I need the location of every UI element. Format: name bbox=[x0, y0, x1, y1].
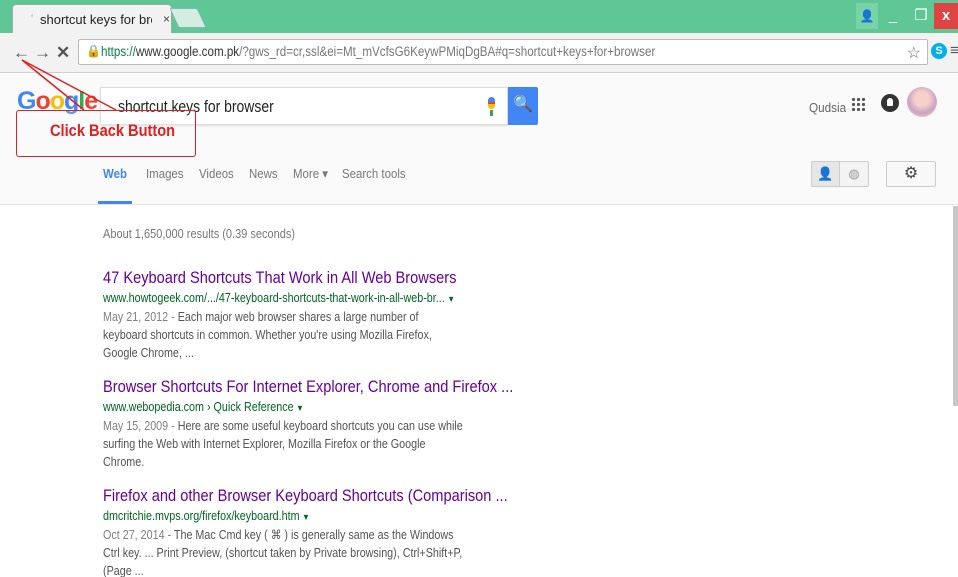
bookmark-star-icon[interactable]: ☆ bbox=[907, 43, 921, 63]
result-snippet: May 15, 2009 - Here are some useful keyb… bbox=[103, 417, 464, 471]
notifications-icon[interactable] bbox=[881, 94, 899, 112]
tab-images[interactable]: Images bbox=[146, 166, 184, 181]
result-snippet: May 21, 2012 - Each major web browser sh… bbox=[103, 308, 464, 362]
tab-title: shortcut keys for bro bbox=[40, 12, 152, 27]
tab-videos[interactable]: Videos bbox=[199, 166, 234, 181]
tab-favicon-icon: ‘ bbox=[31, 13, 34, 24]
stop-button-icon[interactable]: ✕ bbox=[56, 43, 70, 63]
url-dropdown-icon[interactable]: ▼ bbox=[302, 512, 310, 522]
globe-icon[interactable]: ◍ bbox=[840, 162, 868, 186]
apps-grid-icon[interactable] bbox=[851, 97, 865, 111]
result-url-text: www.howtogeek.com/.../47-keyboard-shortc… bbox=[103, 291, 445, 305]
tab-search-tools[interactable]: Search tools bbox=[342, 166, 406, 181]
result-snippet: Oct 27, 2014 - The Mac Cmd key ( ⌘ ) is … bbox=[103, 526, 464, 577]
tab-close-icon[interactable]: × bbox=[163, 12, 170, 26]
search-result: Firefox and other Browser Keyboard Short… bbox=[103, 486, 508, 577]
active-tab-indicator bbox=[98, 201, 132, 204]
url-dropdown-icon[interactable]: ▼ bbox=[447, 294, 455, 304]
chrome-menu-icon[interactable]: ≡ bbox=[950, 42, 958, 59]
close-window-button[interactable]: x bbox=[934, 3, 958, 29]
url-path: /?gws_rd=cr,ssl&ei=Mt_mVcfsG6KeywPMiqDgB… bbox=[239, 44, 656, 59]
result-date: Oct 27, 2014 - bbox=[103, 528, 174, 542]
private-results-toggle: 👤 ◍ bbox=[811, 161, 869, 187]
url-text: https://www.google.com.pk/?gws_rd=cr,ssl… bbox=[101, 44, 655, 59]
result-date: May 21, 2012 - bbox=[103, 310, 178, 324]
search-button[interactable]: 🔍 bbox=[508, 87, 538, 125]
result-date: May 15, 2009 - bbox=[103, 419, 178, 433]
voice-search-icon[interactable] bbox=[486, 97, 496, 117]
result-url-text: www.webopedia.com › Quick Reference bbox=[103, 400, 294, 414]
result-url: dmcritchie.mvps.org/firefox/keyboard.htm… bbox=[103, 509, 430, 523]
settings-gear-icon[interactable]: ⚙ bbox=[886, 161, 936, 187]
browser-toolbar: ← → ✕ 🔒 https://www.google.com.pk/?gws_r… bbox=[0, 33, 958, 73]
address-bar[interactable]: 🔒 https://www.google.com.pk/?gws_rd=cr,s… bbox=[78, 39, 928, 65]
result-title-link[interactable]: 47 Keyboard Shortcuts That Work in All W… bbox=[103, 268, 456, 288]
profile-icon[interactable]: 👤 bbox=[856, 3, 878, 29]
url-scheme: https:// bbox=[101, 44, 136, 59]
result-url: www.howtogeek.com/.../47-keyboard-shortc… bbox=[103, 291, 455, 305]
forward-button-icon[interactable]: → bbox=[34, 43, 51, 63]
skype-extension-icon[interactable]: S bbox=[931, 43, 947, 59]
url-host: www.google.com.pk bbox=[135, 44, 240, 59]
result-url: www.webopedia.com › Quick Reference ▼ bbox=[103, 400, 430, 414]
search-result: Browser Shortcuts For Internet Explorer,… bbox=[103, 377, 513, 471]
tab-more[interactable]: More ▾ bbox=[293, 166, 328, 182]
page-scrollbar[interactable] bbox=[953, 206, 958, 406]
result-stats: About 1,650,000 results (0.39 seconds) bbox=[103, 227, 296, 241]
result-title-link[interactable]: Browser Shortcuts For Internet Explorer,… bbox=[103, 377, 513, 397]
tab-news[interactable]: News bbox=[249, 166, 278, 181]
avatar[interactable] bbox=[907, 87, 937, 117]
annotation-label: Click Back Button bbox=[50, 121, 176, 140]
search-result: 47 Keyboard Shortcuts That Work in All W… bbox=[103, 268, 483, 362]
person-icon[interactable]: 👤 bbox=[812, 162, 840, 186]
result-url-text: dmcritchie.mvps.org/firefox/keyboard.htm bbox=[103, 509, 300, 523]
new-tab-button[interactable] bbox=[169, 8, 207, 28]
minimize-button[interactable]: _ bbox=[880, 3, 906, 29]
url-dropdown-icon[interactable]: ▼ bbox=[296, 403, 304, 413]
browser-tab[interactable]: ‘ shortcut keys for bro × bbox=[12, 4, 172, 33]
user-name[interactable]: Qudsia bbox=[809, 100, 846, 115]
maximize-button[interactable]: ❐ bbox=[908, 3, 934, 29]
tab-web[interactable]: Web bbox=[103, 166, 127, 181]
result-title-link[interactable]: Firefox and other Browser Keyboard Short… bbox=[103, 486, 508, 506]
title-bar: ‘ shortcut keys for bro × 👤 _ ❐ x bbox=[0, 0, 958, 33]
back-button-icon[interactable]: ← bbox=[13, 43, 30, 63]
lock-icon: 🔒 bbox=[86, 44, 101, 58]
